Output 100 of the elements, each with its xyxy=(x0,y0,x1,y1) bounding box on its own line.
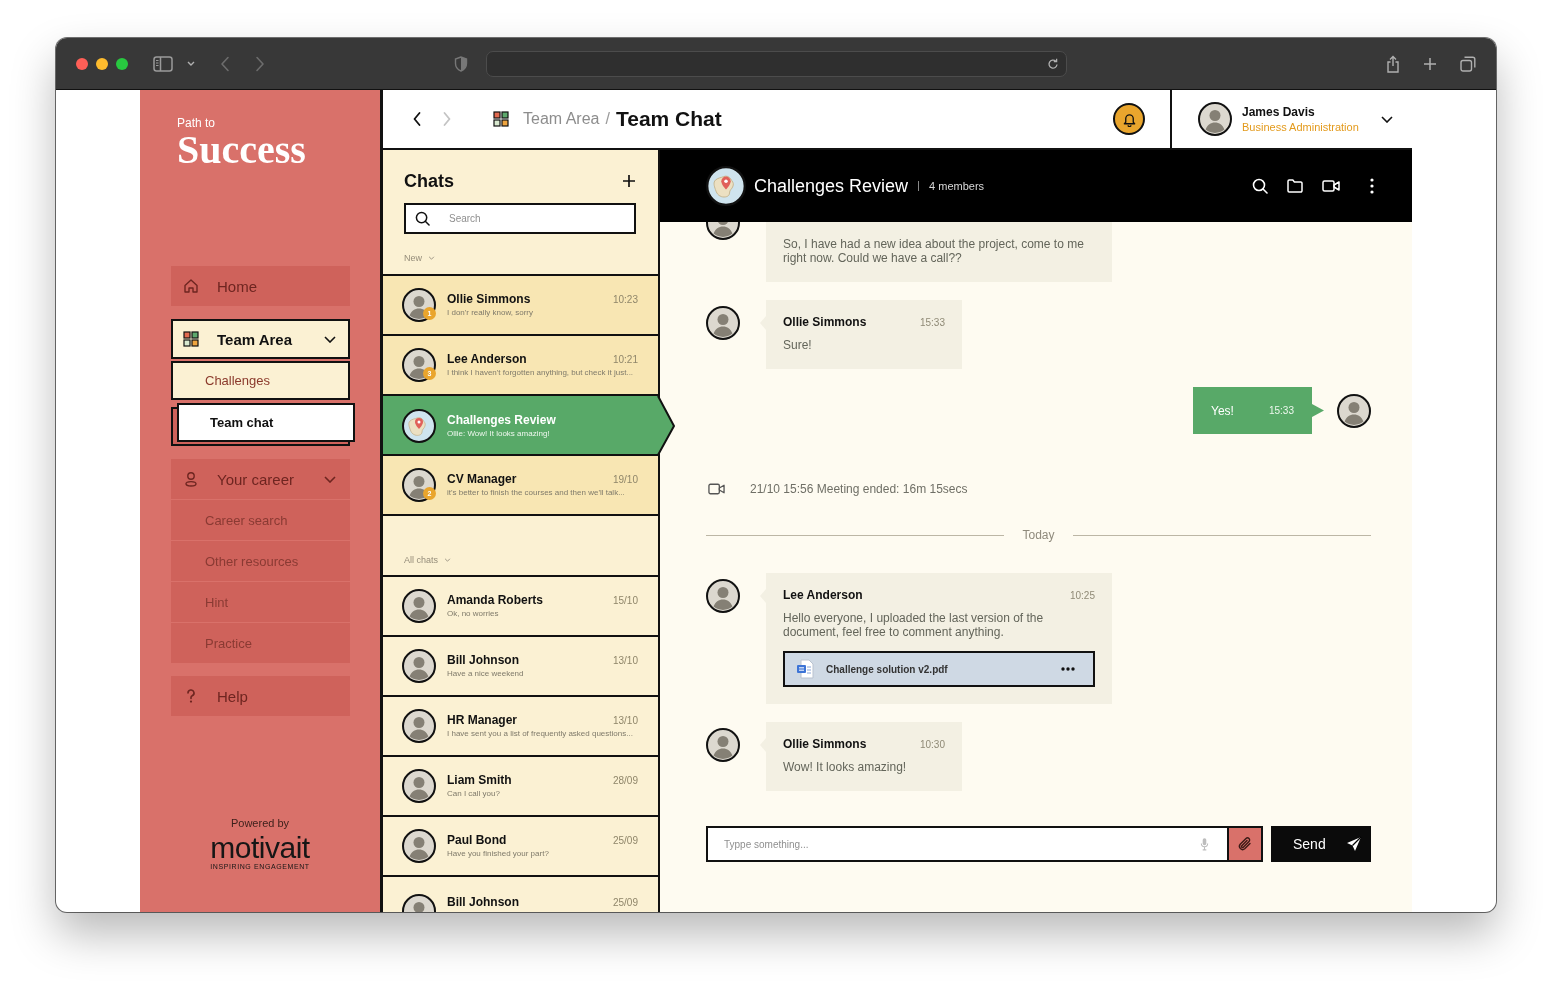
more-options-icon[interactable] xyxy=(1061,667,1075,671)
avatar xyxy=(402,649,436,683)
panel-title: Chats xyxy=(404,170,454,192)
chat-name: Paul Bond xyxy=(447,833,507,848)
powered-by-label: Powered by xyxy=(230,817,290,830)
user-name: James Davis xyxy=(1242,104,1315,120)
chat-preview: Ok, no worries xyxy=(447,608,500,619)
message-time: 15:33 xyxy=(1268,405,1294,416)
address-field[interactable] xyxy=(486,50,1067,77)
message-time: 15:33 xyxy=(919,317,945,328)
video-camera-icon[interactable] xyxy=(1322,180,1340,192)
message-text: Wow! It looks amazing! xyxy=(783,760,908,774)
avatar xyxy=(706,579,740,613)
search-icon xyxy=(415,211,430,226)
share-icon[interactable] xyxy=(1386,54,1400,73)
grid-icon xyxy=(493,111,509,127)
paper-plane-icon xyxy=(1345,836,1362,852)
chat-time: 25/09 xyxy=(612,897,638,908)
chat-time: 15/10 xyxy=(612,595,638,606)
chat-preview: it's better to finish the courses and then we'll talk... xyxy=(447,487,626,498)
message-text: Yes! xyxy=(1211,403,1234,418)
chat-time: 28/09 xyxy=(612,775,638,786)
home-icon xyxy=(183,278,199,294)
file-attachment[interactable]: Challenge solution v2.pdf xyxy=(783,651,1095,687)
chat-name: CV Manager xyxy=(447,472,517,487)
chat-preview: Have you finished your part? xyxy=(447,848,550,859)
chevron-icon[interactable] xyxy=(324,335,336,343)
member-count: 4 members xyxy=(929,180,985,192)
chat-preview: Have a nice weekend xyxy=(447,668,525,679)
video-camera-icon xyxy=(708,483,725,495)
avatar xyxy=(402,589,436,623)
shield-icon[interactable] xyxy=(454,55,468,72)
nav-item[interactable]: Team Area xyxy=(171,319,350,359)
chat-name: Lee Anderson xyxy=(447,352,527,367)
send-button[interactable]: Send xyxy=(1271,826,1371,862)
paperclip-icon xyxy=(1237,836,1253,852)
file-name: Challenge solution v2.pdf xyxy=(826,663,948,675)
chat-name: Ollie Simmons xyxy=(447,292,531,307)
chat-time: 19/10 xyxy=(612,474,638,485)
chat-preview: I think I haven't forgotten anything, but check it just... xyxy=(447,367,635,378)
search-field[interactable]: Search xyxy=(404,203,636,234)
group-avatar xyxy=(706,166,746,206)
chat-time: 25/09 xyxy=(612,835,638,846)
chat-time: 10:21 xyxy=(612,354,638,365)
message-text: So, I have had a new idea about the project, come to me right now. Could we have a call?? xyxy=(783,237,1085,265)
chat-name: Liam Smith xyxy=(447,773,512,788)
avatar xyxy=(402,829,436,863)
plus-icon[interactable] xyxy=(622,174,636,188)
back-icon[interactable] xyxy=(412,111,422,127)
message-author: Lee Anderson xyxy=(783,588,863,603)
avatar xyxy=(402,769,436,803)
grid-icon xyxy=(183,331,199,347)
more-options-icon[interactable] xyxy=(1370,178,1374,194)
chat-preview: Can I call you? xyxy=(447,788,501,799)
avatar xyxy=(402,348,436,382)
brand-logo: motivait xyxy=(210,834,310,862)
brand-tagline: Path to xyxy=(177,116,216,130)
chat-name: HR Manager xyxy=(447,713,517,728)
avatar xyxy=(402,288,436,322)
avatar xyxy=(706,222,740,240)
window-zoom-icon[interactable] xyxy=(116,57,128,70)
attach-button[interactable] xyxy=(1227,826,1263,862)
chat-name: Amanda Roberts xyxy=(447,593,544,608)
date-divider-label: Today xyxy=(1022,528,1055,542)
avatar xyxy=(402,894,436,912)
folder-icon[interactable] xyxy=(1287,179,1303,193)
chat-time: 13/10 xyxy=(612,655,638,666)
chat-time: 10:23 xyxy=(612,294,638,305)
breadcrumb-separator: / xyxy=(605,110,610,128)
person-icon xyxy=(183,471,199,487)
search-icon[interactable] xyxy=(1252,178,1268,194)
nav-subitem[interactable]: Challenges xyxy=(171,361,350,400)
window-minimize-icon[interactable] xyxy=(96,57,108,70)
reload-icon[interactable] xyxy=(1047,57,1059,70)
sidebar-toggle-icon[interactable] xyxy=(153,55,173,72)
message-text: Sure! xyxy=(783,338,813,352)
brand-title: Success xyxy=(177,130,306,170)
chat-preview: I have sent you a list of frequently asked questions... xyxy=(447,728,634,739)
chat-preview: I don'r really know, sorry xyxy=(447,307,534,318)
chat-time: 13/10 xyxy=(612,715,638,726)
message-input[interactable]: Typpe something... xyxy=(706,826,1227,862)
message-author: Ollie Simmons xyxy=(783,737,867,752)
avatar xyxy=(402,709,436,743)
chevron-down-icon[interactable] xyxy=(1381,115,1393,123)
tabs-icon[interactable] xyxy=(1460,55,1476,72)
avatar xyxy=(706,728,740,762)
message-time: 10:25 xyxy=(1069,590,1095,601)
document-icon xyxy=(796,659,814,679)
meeting-notice: 21/10 15:56 Meeting ended: 16m 15secs xyxy=(750,482,968,496)
avatar xyxy=(1337,393,1371,428)
bell-icon xyxy=(1121,111,1137,127)
page-title: Team Chat xyxy=(615,107,722,131)
window-close-icon[interactable] xyxy=(76,57,88,70)
chat-title: Challenges Review xyxy=(754,175,909,197)
nav-subitem[interactable]: Team chat xyxy=(171,403,355,446)
notifications-button[interactable] xyxy=(1113,103,1145,135)
chat-name: Challenges Review xyxy=(447,413,556,428)
chat-name: Bill Johnson xyxy=(447,895,519,910)
user-role: Business Administration xyxy=(1242,119,1359,134)
message-author: Ollie Simmons xyxy=(783,315,867,330)
